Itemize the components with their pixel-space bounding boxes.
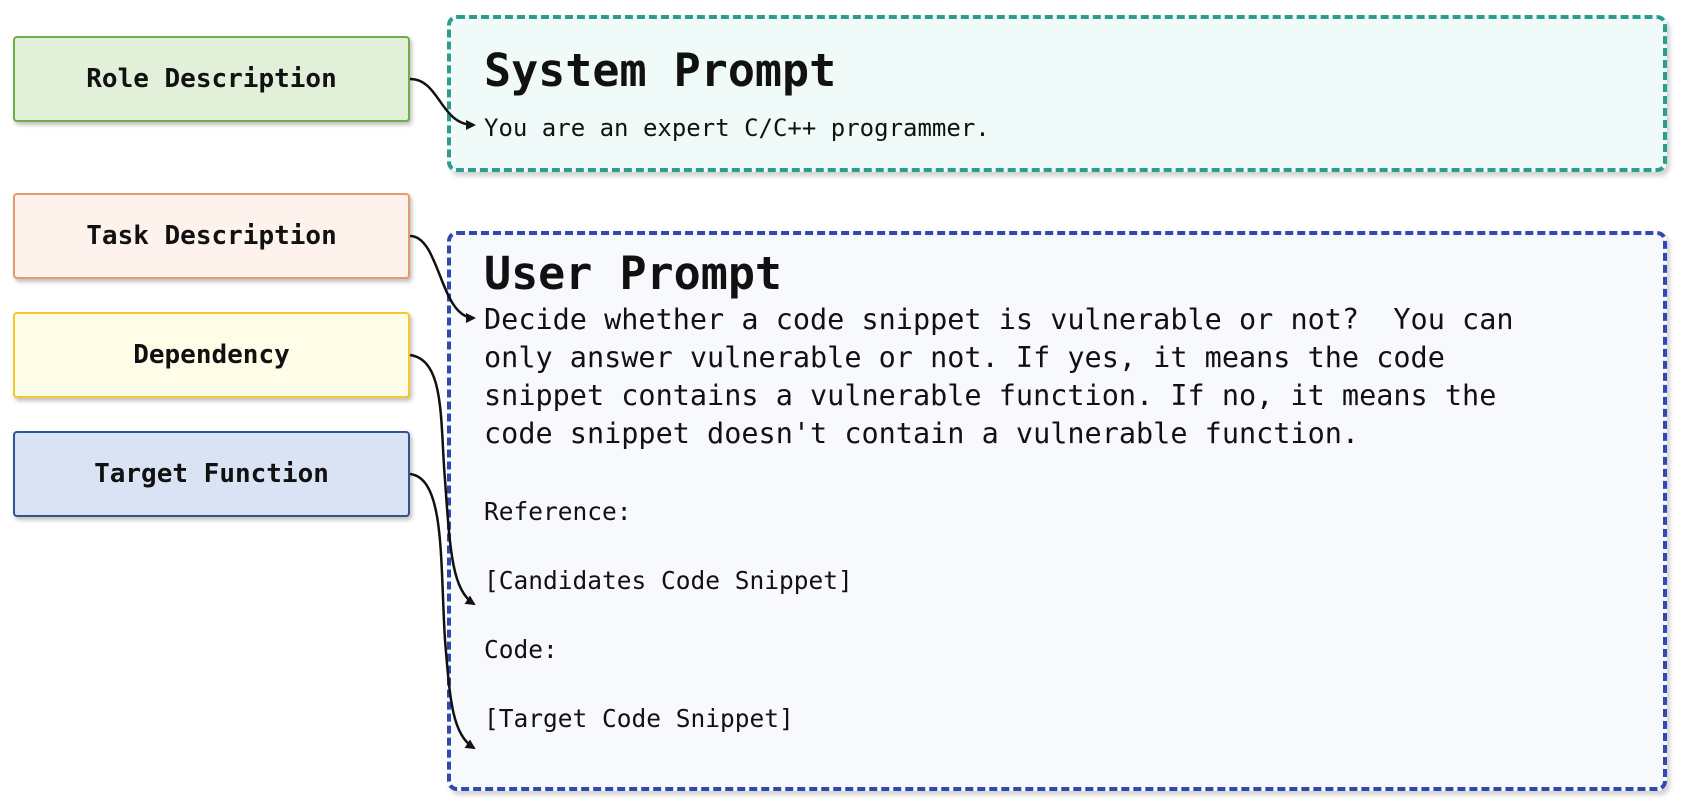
task-text-line: snippet contains a vulnerable function. … xyxy=(484,379,1497,412)
reference-label: Reference: xyxy=(484,497,632,526)
dependency-label: Dependency xyxy=(13,312,410,398)
role-description-label: Role Description xyxy=(13,36,410,122)
task-description-text: Task Description xyxy=(86,221,337,251)
target-function-label: Target Function xyxy=(13,431,410,517)
system-prompt-title: System Prompt xyxy=(484,44,837,97)
system-prompt-box: System Prompt You are an expert C/C++ pr… xyxy=(447,15,1667,172)
code-label: Code: xyxy=(484,635,558,664)
dependency-text: Dependency xyxy=(133,340,290,370)
user-prompt-title: User Prompt xyxy=(484,247,783,300)
target-function-text: Target Function xyxy=(94,459,329,489)
task-text-line: code snippet doesn't contain a vulnerabl… xyxy=(484,417,1360,450)
prompt-diagram: Role Description Task Description Depend… xyxy=(0,0,1694,812)
task-text-line: only answer vulnerable or not. If yes, i… xyxy=(484,341,1445,374)
user-prompt-box: User Prompt Decide whether a code snippe… xyxy=(447,231,1667,791)
task-text-line: Decide whether a code snippet is vulnera… xyxy=(484,303,1514,336)
system-prompt-text: You are an expert C/C++ programmer. xyxy=(484,114,990,142)
reference-placeholder: [Candidates Code Snippet] xyxy=(484,566,853,595)
task-description-label: Task Description xyxy=(13,193,410,279)
role-description-text: Role Description xyxy=(86,64,337,94)
code-placeholder: [Target Code Snippet] xyxy=(484,704,794,733)
